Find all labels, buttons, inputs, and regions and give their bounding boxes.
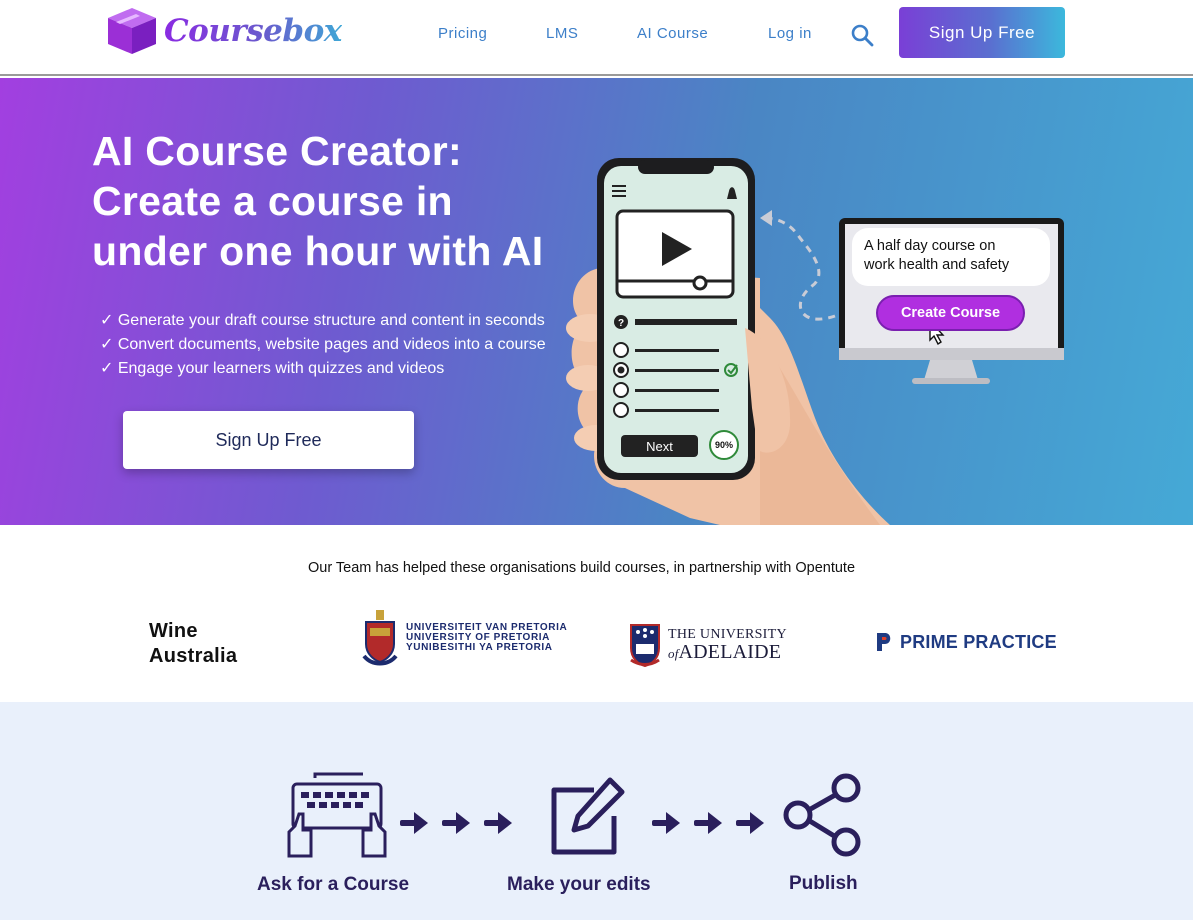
cube-logo-icon xyxy=(108,8,156,54)
nav-link-ai-course[interactable]: AI Course xyxy=(637,25,708,42)
pretoria-logo-line: YUNIBESITHI YA PRETORIA xyxy=(406,642,553,653)
feature-item: ✓ Convert documents, website pages and v… xyxy=(100,336,546,353)
keyboard-hands-icon xyxy=(287,772,387,858)
adelaide-crest-icon xyxy=(630,624,660,668)
nav-link-lms[interactable]: LMS xyxy=(546,25,578,42)
step-label-publish: Publish xyxy=(789,873,858,894)
arrow-right-icon xyxy=(652,812,764,834)
adelaide-logo-name: ADELAIDE xyxy=(678,640,782,663)
prompt-bubble: A half day course on work health and saf… xyxy=(852,228,1050,286)
arrow-right-icon xyxy=(400,812,512,834)
svg-text:?: ? xyxy=(618,318,624,329)
nav-link-login[interactable]: Log in xyxy=(768,25,812,42)
step-label-ask: Ask for a Course xyxy=(257,874,410,895)
brand-logo[interactable]: Coursebox xyxy=(106,6,342,56)
hero-title-line: under one hour with AI xyxy=(92,228,544,274)
top-navbar: Coursebox Pricing LMS AI Course Log in S… xyxy=(0,0,1193,76)
search-icon[interactable] xyxy=(850,23,874,47)
adelaide-logo-of: of xyxy=(668,645,679,661)
next-illustration-button: Next xyxy=(621,435,698,457)
hero-title-line: Create a course in xyxy=(92,178,453,224)
hero-section: AI Course Creator: Create a course in un… xyxy=(0,78,1193,525)
feature-item: ✓ Generate your draft course structure a… xyxy=(100,312,545,329)
prompt-text-line: work health and safety xyxy=(864,257,1010,273)
prompt-text-line: A half day course on xyxy=(864,238,996,254)
nav-signup-button[interactable]: Sign Up Free xyxy=(899,7,1065,58)
hero-title-line: AI Course Creator: xyxy=(92,128,462,174)
edit-pencil-icon xyxy=(551,777,625,855)
prime-practice-mark-icon xyxy=(877,633,891,651)
feature-item: ✓ Engage your learners with quizzes and … xyxy=(100,360,445,377)
university-of-pretoria-logo: UNIVERSITEIT VAN PRETORIA UNIVERSITY OF … xyxy=(362,607,567,669)
prime-practice-text: PRIME PRACTICE xyxy=(900,631,1057,652)
how-it-works-section: Ask for a Course Make your edits Publish xyxy=(0,702,1193,920)
share-icon xyxy=(783,773,861,857)
university-of-adelaide-logo: THE UNIVERSITY ofADELAIDE xyxy=(628,622,787,668)
adelaide-logo-line: ofADELAIDE xyxy=(668,642,787,664)
progress-badge: 90% xyxy=(709,430,739,460)
pretoria-crest-icon xyxy=(362,610,398,666)
partners-heading: Our Team has helped these organisations … xyxy=(307,560,856,576)
hero-title: AI Course Creator: Create a course in un… xyxy=(92,126,572,276)
wine-logo-line: Wine xyxy=(149,620,198,642)
step-label-edit: Make your edits xyxy=(507,874,651,895)
adelaide-logo-line: THE UNIVERSITY xyxy=(668,626,787,642)
hero-signup-button[interactable]: Sign Up Free xyxy=(123,411,414,469)
brand-name: Coursebox xyxy=(164,13,342,49)
prime-practice-logo: PRIME PRACTICE xyxy=(874,631,1057,653)
wine-australia-logo: Wine Australia xyxy=(149,619,237,669)
hero-illustration: ? xyxy=(566,158,1064,525)
create-course-illustration-button: Create Course xyxy=(876,295,1025,331)
wine-logo-line: Australia xyxy=(149,645,238,667)
nav-link-pricing[interactable]: Pricing xyxy=(438,25,487,42)
feature-list: ✓ Generate your draft course structure a… xyxy=(100,309,546,381)
